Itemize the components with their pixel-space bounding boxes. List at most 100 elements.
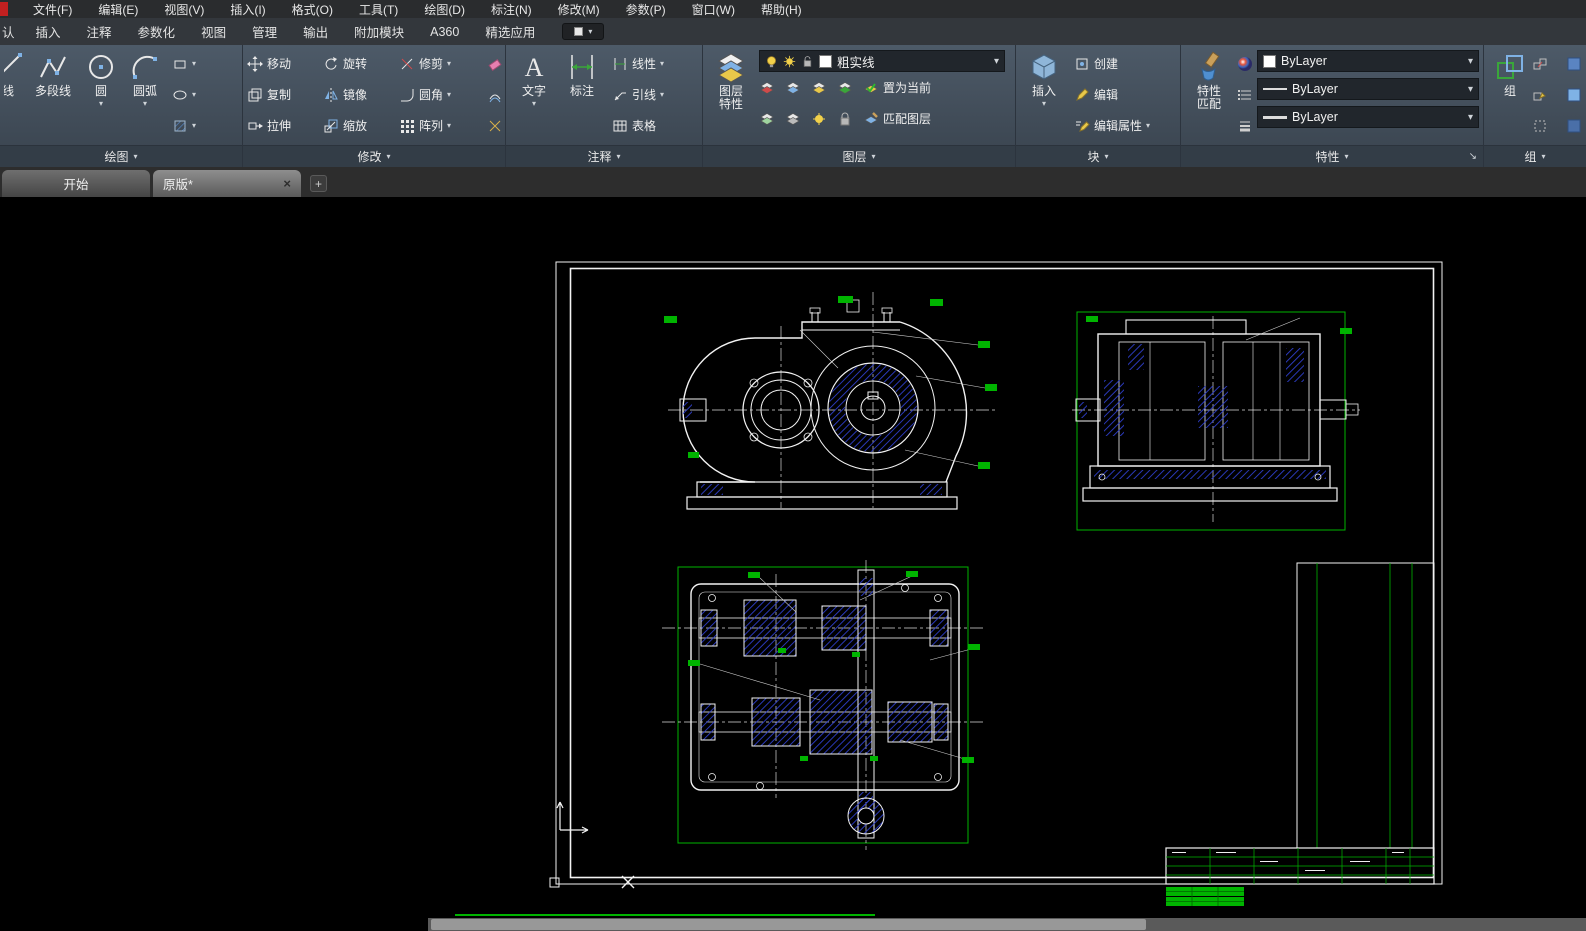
tool-edit-attributes[interactable]: 编辑属性 ▾ xyxy=(1074,110,1150,141)
close-icon[interactable]: × xyxy=(283,176,291,191)
edge-cut-icon xyxy=(1566,87,1582,103)
polyline-icon xyxy=(37,51,69,83)
tab-annotate[interactable]: 注释 xyxy=(74,18,125,45)
tool-erase[interactable] xyxy=(487,48,503,79)
tab-manage[interactable]: 管理 xyxy=(239,18,290,45)
tool-mirror[interactable]: 镜像 xyxy=(323,79,399,110)
dialog-launcher-icon[interactable]: ↘ xyxy=(1469,153,1477,161)
tool-set-current-layer[interactable]: 置为当前 xyxy=(863,72,931,103)
menu-file[interactable]: 文件(F) xyxy=(20,1,85,18)
tab-view[interactable]: 视图 xyxy=(188,18,239,45)
tool-edge-cut-3[interactable] xyxy=(1566,110,1582,141)
panel-label-group[interactable]: 组 ▾ xyxy=(1484,145,1586,167)
panel-label-layers[interactable]: 图层 ▾ xyxy=(703,145,1015,167)
tab-featured-apps[interactable]: 精选应用 xyxy=(472,18,548,45)
tool-ungroup[interactable] xyxy=(1532,48,1548,79)
tool-text[interactable]: A 文字 ▾ xyxy=(510,48,558,108)
tool-group[interactable]: 组 xyxy=(1488,48,1532,98)
menu-help[interactable]: 帮助(H) xyxy=(748,1,815,18)
menu-window[interactable]: 窗口(W) xyxy=(679,1,748,18)
tool-linear-dim[interactable]: 线性 ▾ xyxy=(612,48,664,79)
file-tab-current[interactable]: 原版* × xyxy=(153,170,301,197)
new-tab-button[interactable]: + xyxy=(310,175,327,192)
tool-hatch[interactable]: ▾ xyxy=(172,110,196,141)
menu-draw[interactable]: 绘图(D) xyxy=(411,1,478,18)
file-tab-start[interactable]: 开始 xyxy=(2,170,150,197)
tool-rotate[interactable]: 旋转 xyxy=(323,48,399,79)
panel-label-annotate[interactable]: 注释 ▾ xyxy=(506,145,702,167)
tool-stretch[interactable]: 拉伸 xyxy=(247,110,323,141)
layer-freeze-icon[interactable] xyxy=(811,111,827,127)
menu-format[interactable]: 格式(O) xyxy=(279,1,346,18)
menu-parametric[interactable]: 参数(P) xyxy=(613,1,679,18)
tool-move[interactable]: 移动 xyxy=(247,48,323,79)
object-color-combo[interactable]: ByLayer ▾ xyxy=(1257,50,1479,72)
chevron-down-icon: ▾ xyxy=(134,153,138,161)
ribbon-display-toggle[interactable]: ▾ xyxy=(562,23,604,40)
circle-icon xyxy=(85,51,117,83)
menu-view[interactable]: 视图(V) xyxy=(151,1,217,18)
menu-modify[interactable]: 修改(M) xyxy=(545,1,613,18)
panel-label-block[interactable]: 块 ▾ xyxy=(1016,145,1180,167)
layer-select-combo[interactable]: 粗实线 ▾ xyxy=(759,50,1005,72)
tool-layer-properties[interactable]: 图层特性 xyxy=(707,48,755,111)
tool-linetype-list[interactable] xyxy=(1237,79,1253,110)
tool-trim[interactable]: 修剪 ▾ xyxy=(399,48,485,79)
tool-insert-block[interactable]: 插入 ▾ xyxy=(1020,48,1068,108)
panel-label-draw[interactable]: 绘图 ▾ xyxy=(0,145,242,167)
layer-state-icon[interactable] xyxy=(837,80,853,96)
layer-state-icon[interactable] xyxy=(811,80,827,96)
tool-lineweight-list[interactable] xyxy=(1237,110,1253,141)
tool-line-cut[interactable]: 线 xyxy=(4,48,26,98)
tab-output[interactable]: 输出 xyxy=(290,18,341,45)
tool-array[interactable]: 阵列 ▾ xyxy=(399,110,485,141)
tool-polyline[interactable]: 多段线 xyxy=(26,48,80,98)
tool-fillet[interactable]: 圆角 ▾ xyxy=(399,79,485,110)
tool-leader[interactable]: 引线 ▾ xyxy=(612,79,664,110)
tab-a360[interactable]: A360 xyxy=(417,18,472,45)
tab-parametric[interactable]: 参数化 xyxy=(125,18,189,45)
tool-edit-block[interactable]: 编辑 xyxy=(1074,79,1150,110)
layer-state-icon[interactable] xyxy=(785,111,801,127)
tool-edge-cut-1[interactable] xyxy=(1566,48,1582,79)
stretch-icon xyxy=(247,118,263,134)
tool-materials[interactable] xyxy=(1237,48,1253,79)
tool-group-edit[interactable] xyxy=(1532,79,1548,110)
menu-edit[interactable]: 编辑(E) xyxy=(85,1,151,18)
tool-match-layer[interactable]: 匹配图层 xyxy=(863,103,931,134)
tool-dimension[interactable]: 标注 xyxy=(558,48,606,98)
tool-arc[interactable]: 圆弧 ▾ xyxy=(122,48,168,108)
menu-tools[interactable]: 工具(T) xyxy=(346,1,411,18)
tool-ellipse[interactable]: ▾ xyxy=(172,79,196,110)
menu-dimension[interactable]: 标注(N) xyxy=(478,1,545,18)
tool-circle[interactable]: 圆 ▾ xyxy=(80,48,122,108)
horizontal-scrollbar-track[interactable] xyxy=(428,918,1586,931)
lineweight-combo[interactable]: ByLayer ▾ xyxy=(1257,106,1479,128)
mirror-icon xyxy=(323,87,339,103)
tool-edge-cut-2[interactable] xyxy=(1566,79,1582,110)
tool-scale[interactable]: 缩放 xyxy=(323,110,399,141)
tool-table[interactable]: 表格 xyxy=(612,110,664,141)
layer-state-icon[interactable] xyxy=(785,80,801,96)
tool-copy[interactable]: 复制 xyxy=(247,79,323,110)
tool-offset[interactable] xyxy=(487,79,503,110)
layer-state-icon[interactable] xyxy=(759,80,775,96)
drawing-canvas[interactable] xyxy=(0,197,1586,918)
chevron-down-icon: ▾ xyxy=(1468,84,1473,95)
tool-explode[interactable] xyxy=(487,110,503,141)
linetype-combo[interactable]: ByLayer ▾ xyxy=(1257,78,1479,100)
tab-addins[interactable]: 附加模块 xyxy=(341,18,417,45)
tool-match-properties[interactable]: 特性匹配 xyxy=(1185,48,1233,111)
tab-home-cut[interactable]: 认 xyxy=(0,18,23,45)
tool-rectangle[interactable]: ▾ xyxy=(172,48,196,79)
tool-create-block[interactable]: 创建 xyxy=(1074,48,1150,79)
layer-lock-icon[interactable] xyxy=(837,111,853,127)
menu-insert[interactable]: 插入(I) xyxy=(217,1,278,18)
tab-insert[interactable]: 插入 xyxy=(23,18,74,45)
tool-group-select-toggle[interactable] xyxy=(1532,110,1548,141)
layer-state-icon[interactable] xyxy=(759,111,775,127)
drawing-area[interactable] xyxy=(0,197,1586,918)
panel-label-properties[interactable]: 特性 ▾ ↘ xyxy=(1181,145,1483,167)
panel-label-modify[interactable]: 修改 ▾ xyxy=(243,145,505,167)
horizontal-scrollbar-thumb[interactable] xyxy=(431,919,1146,930)
